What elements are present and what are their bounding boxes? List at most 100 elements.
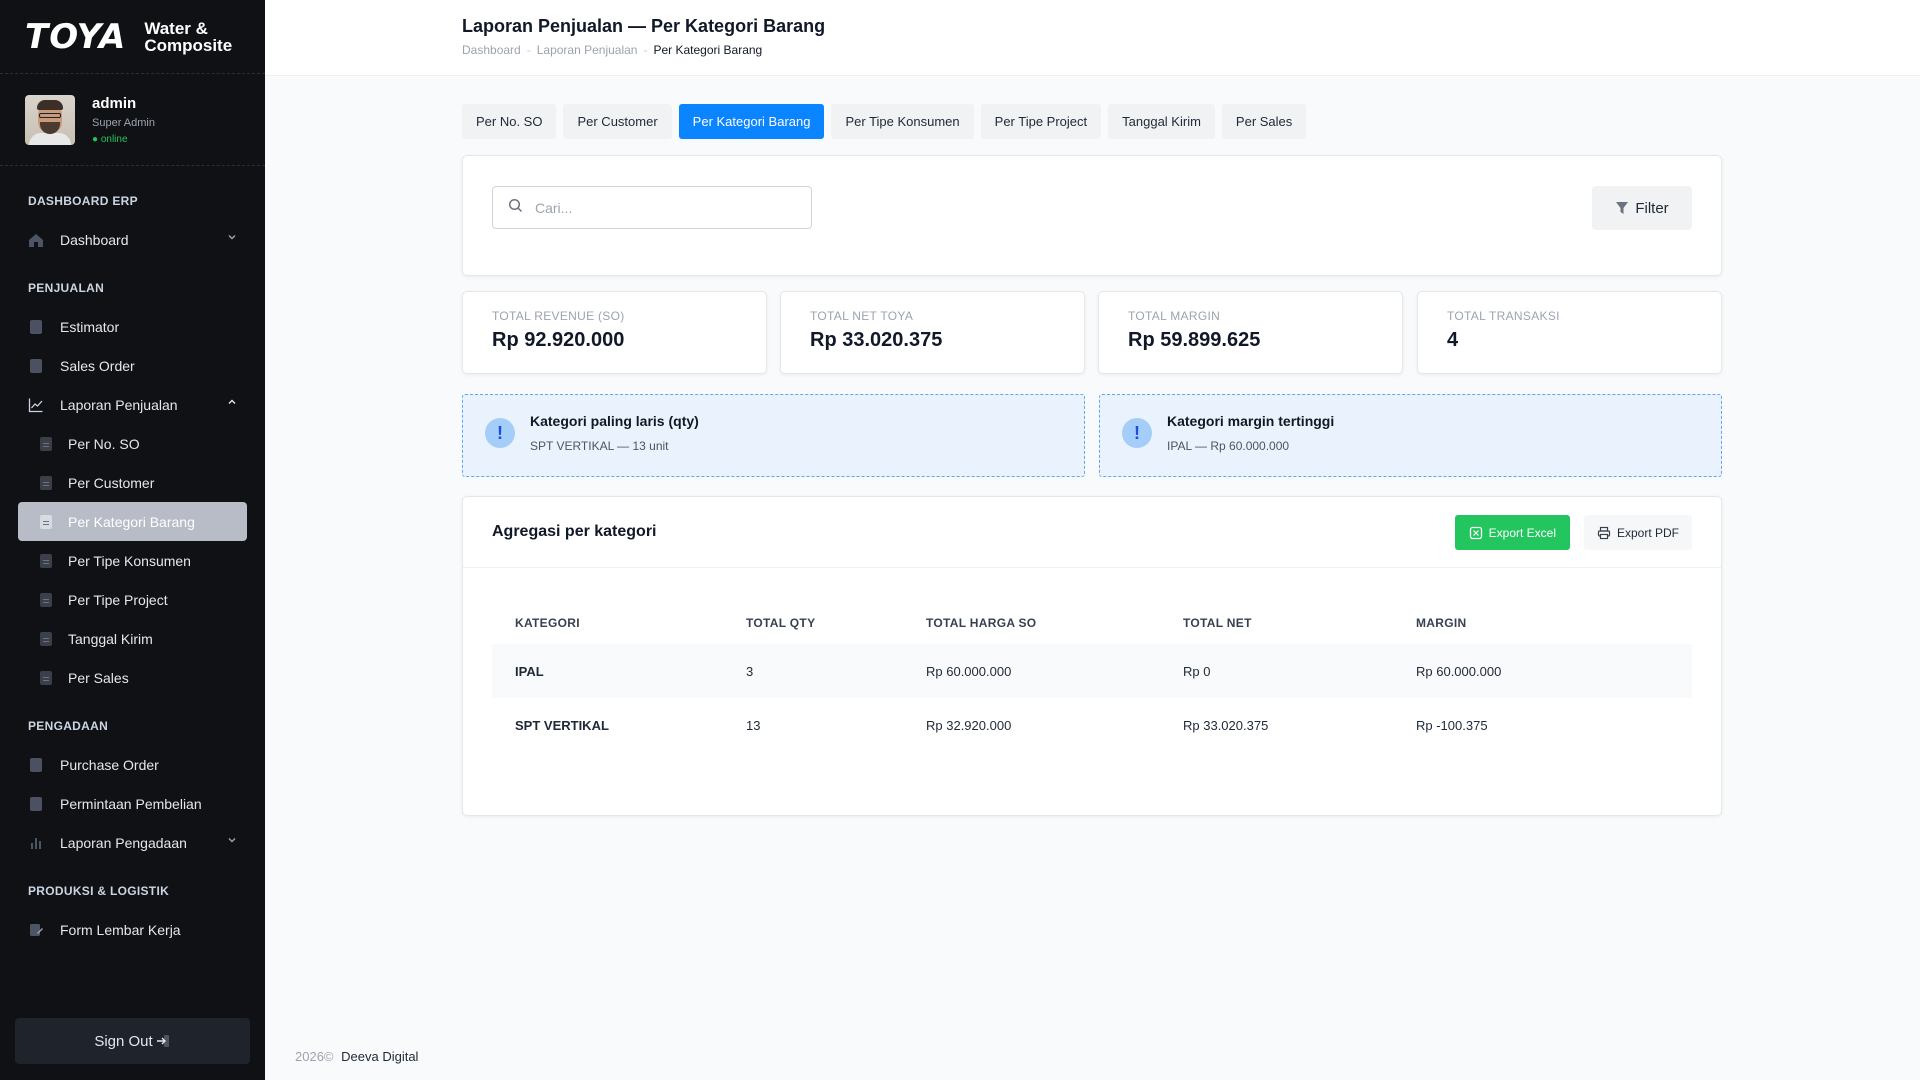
breadcrumb-item-current: Per Kategori Barang [653, 43, 763, 57]
brand[interactable]: TOYA Water & Composite [0, 0, 265, 74]
brand-logo: TOYA [25, 16, 127, 57]
tab-tanggal-kirim[interactable]: Tanggal Kirim [1108, 104, 1215, 139]
cell-total-qty: 13 [746, 717, 761, 733]
edit-document-icon [28, 922, 44, 938]
cell-margin: Rp 60.000.000 [1416, 644, 1692, 698]
document-icon [28, 358, 44, 374]
export-pdf-button[interactable]: Export PDF [1583, 515, 1692, 550]
bar-chart-icon [28, 835, 44, 851]
sidebar-nav: DASHBOARD ERP Dashboard PENJUALAN Estima… [0, 166, 265, 949]
sidebar-item-laporan-penjualan[interactable]: Laporan Penjualan [0, 385, 265, 424]
user-profile: admin Super Admin ● online [0, 74, 265, 166]
user-role: Super Admin [92, 116, 155, 129]
report-tabs: Per No. SO Per Customer Per Kategori Bar… [462, 104, 1313, 139]
home-icon [28, 232, 44, 248]
sidebar-item-tanggal-kirim[interactable]: Tanggal Kirim [0, 619, 265, 658]
excel-icon [1469, 526, 1483, 540]
chart-line-icon [28, 397, 44, 413]
file-icon [38, 475, 54, 491]
breadcrumb-item-laporan[interactable]: Laporan Penjualan [537, 43, 638, 57]
page-header: Laporan Penjualan — Per Kategori Barang … [265, 0, 1920, 76]
user-name: admin [92, 94, 137, 112]
nav-section-dashboard: DASHBOARD ERP [28, 194, 138, 208]
breadcrumb: Dashboard - Laporan Penjualan - Per Kategori… [462, 43, 763, 57]
cell-total-harga-so: Rp 32.920.000 [926, 717, 1012, 733]
chevron-down-icon [227, 835, 237, 848]
brand-subtitle: Water & Composite [144, 18, 233, 55]
sidebar-item-laporan-pengadaan[interactable]: Laporan Pengadaan [0, 823, 265, 862]
info-highest-margin: ! Kategori margin tertinggi IPAL — Rp 60… [1099, 394, 1722, 477]
info-best-seller: ! Kategori paling laris (qty) SPT VERTIK… [462, 394, 1085, 477]
sidebar-item-per-customer[interactable]: Per Customer [0, 463, 265, 502]
file-icon [38, 514, 54, 530]
cell-kategori: IPAL [492, 644, 746, 698]
sign-out-icon [155, 1033, 171, 1049]
document-icon [28, 796, 44, 812]
document-icon [28, 319, 44, 335]
table-title: Agregasi per kategori [492, 523, 657, 540]
search-box [492, 186, 812, 229]
header-margin: MARGIN [1416, 616, 1467, 630]
table-row: IPAL 3 Rp 60.000.000 Rp 0 Rp 60.000.000 [492, 644, 1692, 698]
filter-button[interactable]: Filter [1592, 186, 1692, 230]
sidebar-item-permintaan-pembelian[interactable]: Permintaan Pembelian [0, 784, 265, 823]
tab-per-kategori-barang[interactable]: Per Kategori Barang [678, 104, 825, 139]
header-kategori: KATEGORI [515, 616, 580, 630]
footer-company-link[interactable]: Deeva Digital [341, 1049, 418, 1064]
tab-per-no-so[interactable]: Per No. SO [462, 104, 557, 139]
stat-total-revenue: TOTAL REVENUE (SO) Rp 92.920.000 [462, 291, 767, 374]
tab-per-sales[interactable]: Per Sales [1221, 104, 1307, 139]
header-total-qty: TOTAL QTY [746, 616, 816, 630]
sidebar-item-sales-order[interactable]: Sales Order [0, 346, 265, 385]
search-card: Filter [462, 155, 1722, 276]
cell-total-harga-so: Rp 60.000.000 [926, 644, 1183, 698]
sidebar-item-per-no-so[interactable]: Per No. SO [0, 424, 265, 463]
sidebar-item-per-kategori-barang[interactable]: Per Kategori Barang [18, 502, 247, 541]
stat-total-margin: TOTAL MARGIN Rp 59.899.625 [1098, 291, 1403, 374]
header-total-harga-so: TOTAL HARGA SO [926, 616, 1037, 630]
sidebar-item-per-sales[interactable]: Per Sales [0, 658, 265, 697]
avatar [25, 94, 75, 145]
sidebar-item-estimator[interactable]: Estimator [0, 307, 265, 346]
alert-icon: ! [485, 418, 515, 448]
table-row: SPT VERTIKAL 13 Rp 32.920.000 Rp 33.020.… [492, 698, 1692, 752]
cell-total-net: Rp 33.020.375 [1183, 717, 1269, 733]
sidebar-item-purchase-order[interactable]: Purchase Order [0, 745, 265, 784]
file-icon [38, 553, 54, 569]
sidebar-item-per-tipe-konsumen[interactable]: Per Tipe Konsumen [0, 541, 265, 580]
file-icon [38, 592, 54, 608]
table-header-row: KATEGORI TOTAL QTY TOTAL HARGA SO TOTAL … [492, 602, 1692, 644]
chevron-down-icon [227, 232, 237, 245]
sign-out-button[interactable]: Sign Out [15, 1018, 250, 1064]
document-icon [28, 757, 44, 773]
nav-section-penjualan: PENJUALAN [28, 281, 105, 295]
chevron-up-icon [227, 397, 237, 410]
nav-section-produksi: PRODUKSI & LOGISTIK [28, 884, 170, 898]
sidebar-item-form-lembar-kerja[interactable]: Form Lembar Kerja [0, 910, 265, 949]
breadcrumb-item-dashboard[interactable]: Dashboard [462, 43, 521, 57]
cell-kategori: SPT VERTIKAL [515, 717, 609, 733]
tab-per-customer[interactable]: Per Customer [563, 104, 672, 139]
search-input[interactable] [535, 199, 795, 216]
file-icon [38, 436, 54, 452]
footer: 2026© Deeva Digital [295, 1049, 418, 1064]
cell-margin: Rp -100.375 [1416, 717, 1488, 733]
nav-section-pengadaan: PENGADAAN [28, 719, 109, 733]
tab-per-tipe-konsumen[interactable]: Per Tipe Konsumen [831, 104, 974, 139]
stat-total-net-toya: TOTAL NET TOYA Rp 33.020.375 [780, 291, 1085, 374]
footer-year: 2026© [295, 1049, 334, 1064]
tab-per-tipe-project[interactable]: Per Tipe Project [980, 104, 1102, 139]
sidebar-item-per-tipe-project[interactable]: Per Tipe Project [0, 580, 265, 619]
aggregation-table: KATEGORI TOTAL QTY TOTAL HARGA SO TOTAL … [492, 602, 1692, 752]
file-icon [38, 631, 54, 647]
printer-icon [1597, 526, 1611, 540]
sidebar: TOYA Water & Composite admin Super Admin… [0, 0, 265, 1080]
filter-icon [1615, 201, 1629, 215]
search-icon [508, 198, 523, 218]
sidebar-item-dashboard[interactable]: Dashboard [0, 220, 265, 259]
aggregation-card: Agregasi per kategori Export Excel Expor… [462, 496, 1722, 816]
user-status: ● online [92, 133, 128, 145]
export-excel-button[interactable]: Export Excel [1454, 515, 1570, 550]
main-content: Laporan Penjualan — Per Kategori Barang … [265, 0, 1920, 1080]
alert-icon: ! [1122, 418, 1152, 448]
